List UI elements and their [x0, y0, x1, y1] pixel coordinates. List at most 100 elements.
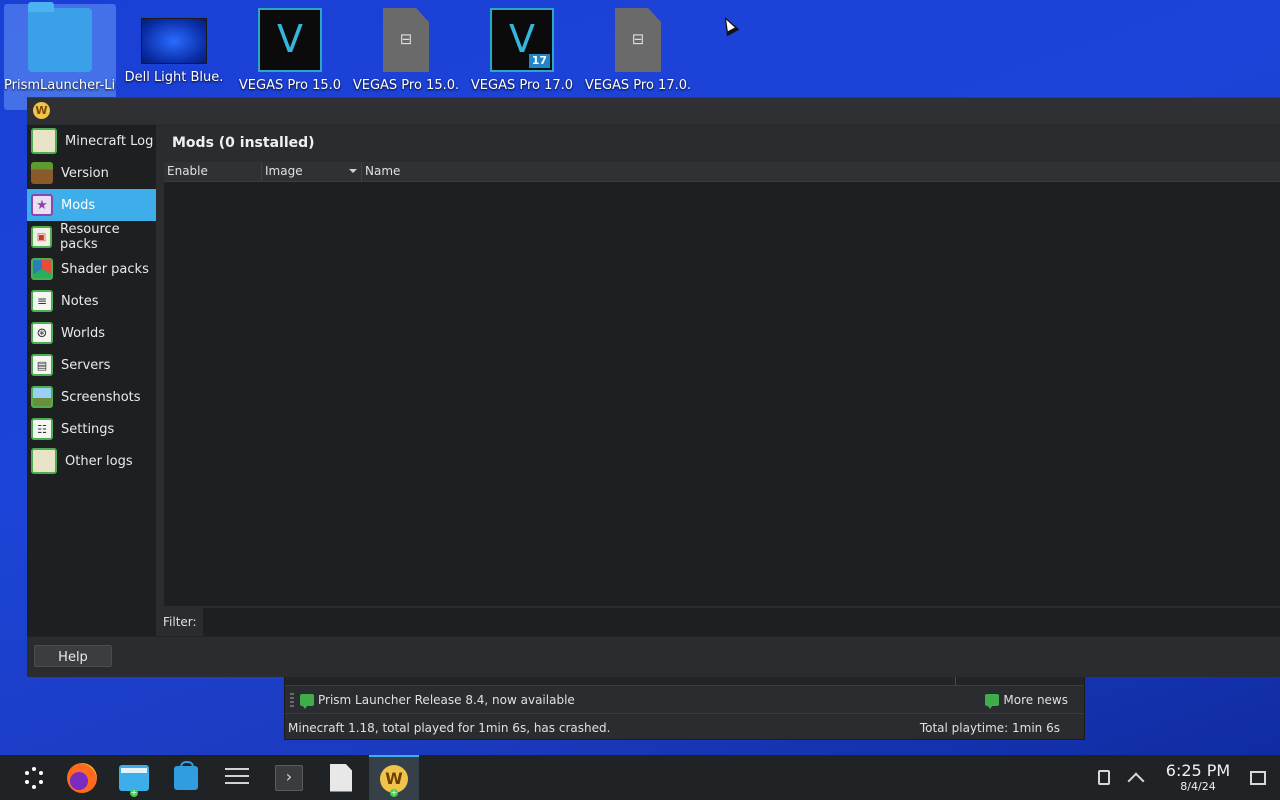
sidebar-item-shader-packs[interactable]: Shader packs — [27, 253, 156, 285]
more-news-button[interactable]: More news — [985, 693, 1068, 709]
folder-icon — [28, 2, 92, 72]
sidebar-item-screenshots[interactable]: Screenshots — [27, 381, 156, 413]
sidebar-item-label: Worlds — [61, 325, 106, 341]
sidebar-item-label: Notes — [61, 293, 99, 309]
news-icon — [985, 694, 1000, 709]
column-header-name[interactable]: Name — [362, 162, 1280, 181]
application-launcher-button[interactable] — [10, 755, 58, 800]
star-mod-icon: ★ — [31, 194, 53, 216]
table-header: Enable Image Name — [164, 162, 1280, 182]
server-icon: ▤ — [31, 354, 53, 376]
taskbar-terminal[interactable]: › — [265, 755, 313, 800]
clipboard-tray-button[interactable] — [1094, 768, 1114, 788]
new-item-indicator-icon: + — [130, 788, 138, 797]
mods-page: Mods (0 installed) Enable Image Name Fil… — [163, 125, 1280, 636]
show-desktop-icon[interactable] — [1250, 770, 1266, 785]
taskbar-prism-launcher[interactable]: W + — [369, 755, 419, 800]
symlink-file-icon: ⊟ — [383, 8, 429, 72]
news-icon — [300, 694, 314, 709]
sidebar-item-minecraft-log[interactable]: Minecraft Log — [27, 125, 156, 157]
sidebar-item-resource-packs[interactable]: ▣ Resource packs — [27, 221, 156, 253]
digital-clock[interactable]: 6:25 PM 8/4/24 — [1162, 761, 1234, 794]
sidebar-item-servers[interactable]: ▤ Servers — [27, 349, 156, 381]
taskbar-discover-store[interactable] — [162, 755, 210, 800]
sidebar-item-version[interactable]: Version — [27, 157, 156, 189]
taskbar: + › W + 6:25 PM 8/4/24 — [0, 755, 1280, 800]
notes-icon: ≡ — [31, 290, 53, 312]
mouse-cursor-icon — [718, 13, 740, 37]
wallpaper-image-icon — [141, 18, 207, 64]
desktop-icon-label: VEGAS Pro 15.0 — [238, 78, 342, 93]
chevron-up-icon — [1127, 772, 1145, 789]
taskbar-file-manager[interactable]: + — [110, 755, 158, 800]
column-header-label: Image — [265, 164, 303, 178]
sidebar-item-label: Servers — [61, 357, 111, 373]
desktop-icon-label: VEGAS Pro 17.0 — [470, 78, 574, 93]
desktop-icon-vegas-15[interactable]: V VEGAS Pro 15.0 — [234, 4, 346, 110]
sidebar-item-label: Shader packs — [61, 261, 149, 277]
vegas-logo-icon: V 17 — [490, 8, 554, 72]
more-news-label: More news — [1003, 693, 1068, 707]
sidebar-item-mods[interactable]: ★ Mods — [27, 189, 156, 221]
window-titlebar[interactable]: W — [27, 98, 1280, 124]
sidebar-item-label: Version — [61, 165, 109, 181]
document-icon — [330, 763, 352, 792]
filter-bar: Filter: — [163, 608, 1280, 636]
resource-pack-icon: ▣ — [31, 226, 53, 248]
store-icon — [174, 760, 198, 790]
settings-checklist-icon: ☷ — [31, 418, 53, 440]
toolbar-grip-icon[interactable] — [290, 693, 294, 707]
main-launcher-window: Prism Launcher Release 8.4, now availabl… — [284, 675, 1085, 740]
grass-block-icon — [31, 162, 53, 184]
column-header-image[interactable]: Image — [262, 162, 362, 181]
terminal-icon: › — [275, 764, 303, 791]
column-header-enable[interactable]: Enable — [164, 162, 262, 181]
news-link[interactable]: Prism Launcher Release 8.4, now availabl… — [318, 693, 575, 707]
desktop-icon-label: VEGAS Pro 15.0. — [352, 78, 460, 93]
log-book-icon — [31, 448, 57, 474]
vegas-glyph: V — [277, 17, 303, 61]
clock-time: 6:25 PM — [1165, 761, 1231, 780]
desktop-icon-label: PrismLauncher-Lin — [4, 78, 116, 93]
filter-label: Filter: — [163, 615, 197, 629]
sidebar-item-other-logs[interactable]: Other logs — [27, 445, 156, 477]
world-globe-icon: ⊛ — [31, 322, 53, 344]
desktop-icon-vegas-17-link[interactable]: ⊟ VEGAS Pro 17.0. — [582, 4, 694, 110]
sidebar-item-notes[interactable]: ≡ Notes — [27, 285, 156, 317]
taskbar-firefox[interactable] — [58, 755, 106, 800]
help-button[interactable]: Help — [34, 645, 112, 667]
clock-date: 8/4/24 — [1180, 780, 1216, 793]
show-hidden-tray-button[interactable] — [1126, 768, 1146, 789]
desktop-icon-label: Dell Light Blue. — [124, 70, 224, 85]
taskbar-text-document[interactable] — [317, 755, 365, 800]
symlink-file-icon: ⊟ — [615, 8, 661, 72]
vegas-logo-icon: V — [258, 8, 322, 72]
instance-edit-window: W Minecraft Log Version ★ Mods ▣ Resourc… — [27, 97, 1280, 677]
instance-status: Minecraft 1.18, total played for 1min 6s… — [288, 721, 611, 735]
sidebar-item-label: Minecraft Log — [65, 133, 154, 149]
sort-descending-icon — [349, 169, 357, 173]
sidebar-item-worlds[interactable]: ⊛ Worlds — [27, 317, 156, 349]
clipboard-icon — [1098, 770, 1110, 785]
desktop-icon-prismlauncher-folder[interactable]: PrismLauncher-Lin — [4, 2, 116, 110]
sliders-icon — [225, 767, 249, 788]
screenshot-image-icon — [31, 386, 53, 408]
page-title: Mods (0 installed) — [172, 135, 315, 151]
taskbar-system-settings[interactable] — [213, 755, 261, 800]
launcher-icon — [23, 766, 45, 789]
log-book-icon — [31, 128, 57, 154]
sidebar-item-label: Mods — [61, 197, 96, 213]
news-bar: Prism Launcher Release 8.4, now availabl… — [285, 687, 1084, 714]
files-icon — [119, 764, 149, 791]
prism-launcher-icon[interactable]: W — [33, 102, 50, 119]
mods-table[interactable]: Enable Image Name — [164, 162, 1280, 606]
desktop-icon-vegas-17[interactable]: V 17 VEGAS Pro 17.0 — [466, 4, 578, 110]
desktop-icon-dell-wallpaper[interactable]: Dell Light Blue. — [118, 4, 230, 110]
window-button-bar: Help — [27, 636, 1280, 677]
filter-input[interactable] — [202, 608, 1280, 636]
sidebar-item-label: Resource packs — [60, 222, 120, 252]
total-playtime: Total playtime: 1min 6s — [919, 721, 1060, 735]
sidebar-item-settings[interactable]: ☷ Settings — [27, 413, 156, 445]
desktop-icon-vegas-15-link[interactable]: ⊟ VEGAS Pro 15.0. — [350, 4, 462, 110]
status-bar: Minecraft 1.18, total played for 1min 6s… — [285, 716, 1084, 740]
